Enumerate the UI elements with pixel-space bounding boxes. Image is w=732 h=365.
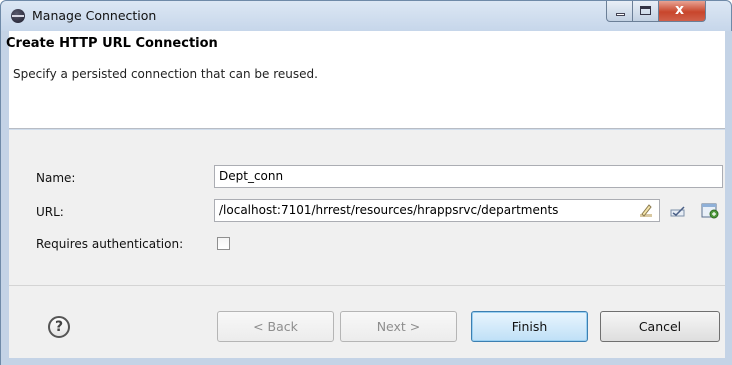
name-label: Name: bbox=[36, 171, 76, 185]
finish-button[interactable]: Finish bbox=[471, 311, 588, 342]
help-icon[interactable]: ? bbox=[48, 316, 70, 338]
page-description: Specify a persisted connection that can … bbox=[13, 67, 318, 81]
maximize-button[interactable] bbox=[633, 1, 659, 22]
page-title: Create HTTP URL Connection bbox=[6, 36, 218, 51]
back-button[interactable]: < Back bbox=[217, 311, 334, 342]
window-title: Manage Connection bbox=[32, 8, 157, 23]
browse-open-icon[interactable] bbox=[700, 200, 719, 219]
dialog-window: Manage Connection x Create HTTP URL Conn… bbox=[0, 0, 732, 365]
minimize-button[interactable] bbox=[606, 1, 633, 22]
maximize-icon bbox=[640, 6, 651, 15]
url-input[interactable]: /localhost:7101/hrrest/resources/hrappsr… bbox=[214, 199, 660, 222]
close-button[interactable]: x bbox=[659, 1, 706, 22]
auth-checkbox[interactable] bbox=[217, 237, 230, 250]
frame-right bbox=[725, 31, 732, 365]
frame-left bbox=[1, 31, 9, 365]
edit-pencil-icon[interactable] bbox=[637, 202, 655, 220]
app-icon bbox=[11, 9, 25, 23]
name-input[interactable]: Dept_conn bbox=[214, 165, 723, 188]
window-controls: x bbox=[606, 1, 726, 23]
button-bar: ? < Back Next > Finish Cancel bbox=[9, 285, 725, 358]
next-button[interactable]: Next > bbox=[340, 311, 457, 342]
frame-bottom bbox=[1, 358, 732, 365]
edit-check-icon[interactable] bbox=[670, 202, 688, 220]
url-label: URL: bbox=[36, 205, 64, 219]
auth-label: Requires authentication: bbox=[36, 237, 184, 251]
close-icon: x bbox=[675, 2, 685, 18]
title-bar[interactable]: Manage Connection x bbox=[1, 1, 731, 31]
minimize-icon bbox=[616, 13, 625, 16]
cancel-button[interactable]: Cancel bbox=[600, 311, 720, 342]
